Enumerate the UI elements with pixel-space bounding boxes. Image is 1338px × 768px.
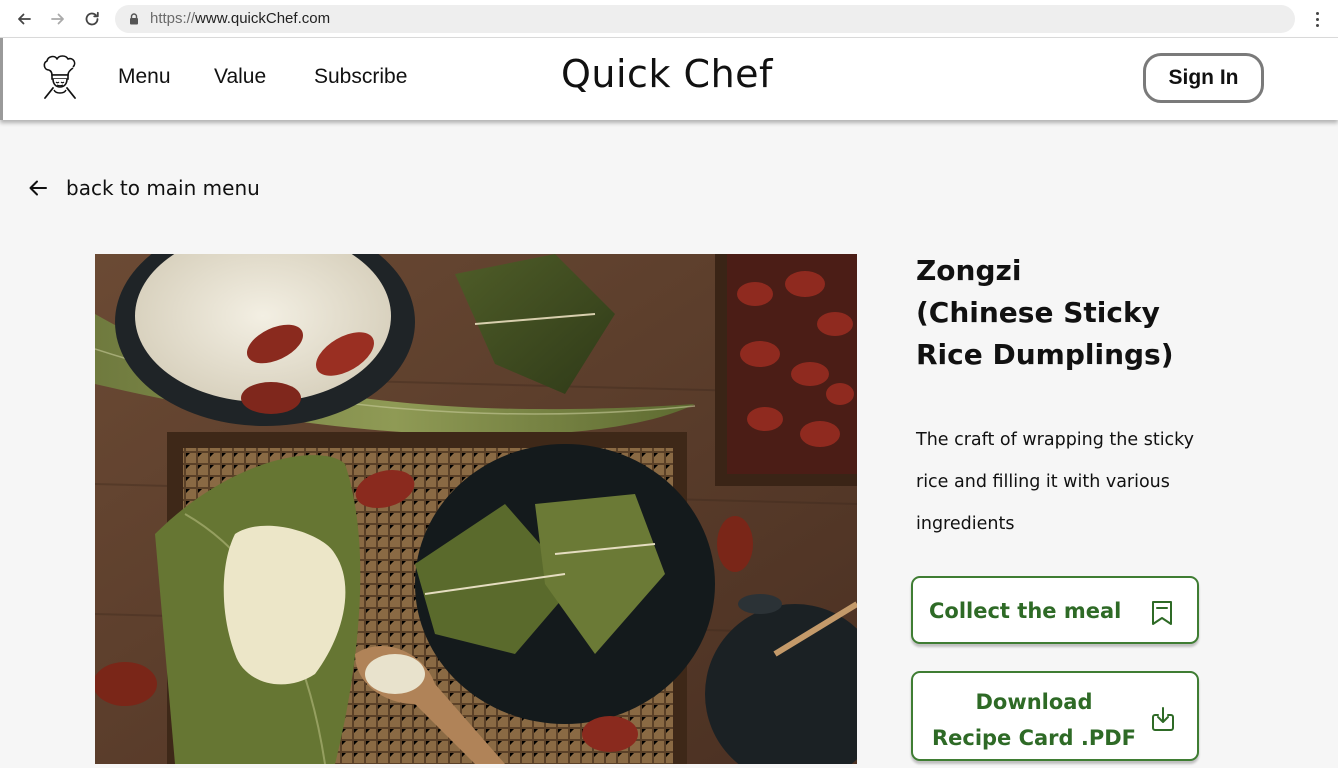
browser-forward-button[interactable] [47,8,69,30]
address-bar[interactable]: https://www.quickChef.com [115,5,1295,33]
url-scheme: https:// [150,10,196,27]
browser-reload-button[interactable] [81,8,103,30]
browser-back-button[interactable] [13,8,35,30]
site-header: Menu Value Subscribe Quick Chef Sign In [0,38,1338,120]
recipe-title-line: (Chinese Sticky [916,296,1160,329]
collect-meal-button[interactable]: Collect the meal [911,576,1199,644]
url-host: www.quickChef.com [195,10,331,27]
reload-icon [85,11,99,26]
nav-menu-link[interactable]: Menu [118,65,171,89]
lock-icon [130,13,138,25]
left-arrow-icon [29,180,47,196]
collect-meal-label: Collect the meal [929,599,1122,623]
zongzi-photo-illustration [95,254,857,764]
download-recipe-label: Download Recipe Card .PDF [923,684,1145,756]
nav-subscribe-link[interactable]: Subscribe [314,65,407,89]
back-to-menu-link[interactable]: back to main menu [28,174,260,202]
menu-kebab-icon[interactable] [1309,8,1325,30]
download-recipe-card-button[interactable]: Download Recipe Card .PDF [911,671,1199,761]
nav-value-link[interactable]: Value [214,65,266,89]
recipe-description-line: rice and filling it with various [916,472,1170,492]
recipe-description-line: The craft of wrapping the sticky [916,430,1195,450]
recipe-title-line: Rice Dumplings) [916,338,1174,371]
url-text: https://www.quickChef.com [150,10,330,27]
browser-toolbar: https://www.quickChef.com [0,0,1338,38]
download-icon [1152,707,1174,731]
sign-in-button[interactable]: Sign In [1143,53,1264,103]
forward-arrow-icon [51,13,64,25]
brand-title[interactable]: Quick Chef [561,52,773,96]
back-link-label: back to main menu [66,176,260,200]
download-label-line: Download [975,690,1093,714]
back-arrow-icon [18,13,31,25]
recipe-title-line: Zongzi [916,254,1022,287]
download-label-line: Recipe Card .PDF [931,726,1137,750]
recipe-photo [95,254,857,764]
bookmark-icon [1152,601,1172,625]
recipe-description-line: ingredients [916,514,1015,534]
recipe-title: Zongzi (Chinese Sticky Rice Dumplings) [916,250,1216,376]
chef-hat-logo-icon[interactable] [39,54,81,102]
recipe-description: The craft of wrapping the sticky rice an… [916,419,1216,545]
